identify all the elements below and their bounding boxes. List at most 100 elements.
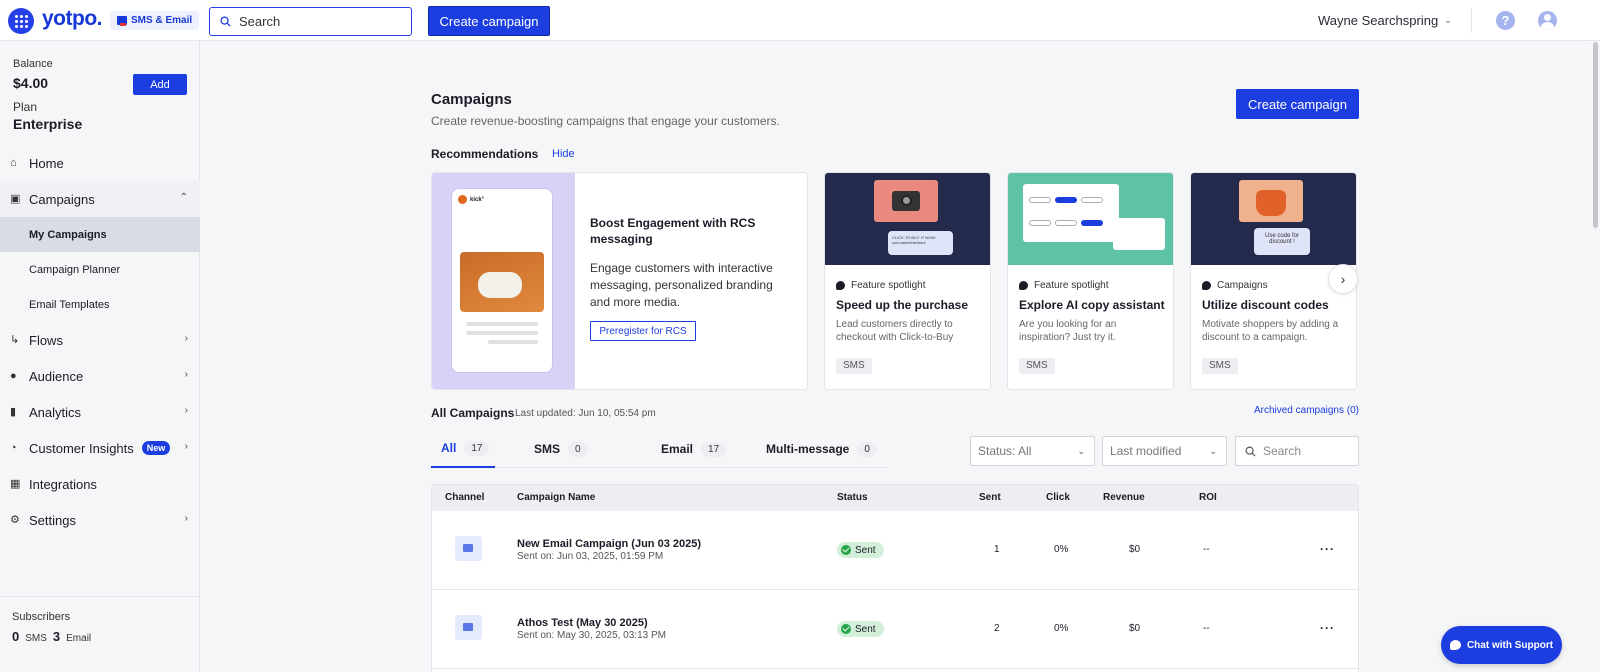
scrollbar-thumb[interactable] xyxy=(1593,42,1598,228)
tab-multi-message[interactable]: Multi-message 0 xyxy=(766,430,877,468)
tab-count: 17 xyxy=(464,440,490,456)
sent-count: 1 xyxy=(994,544,1000,555)
sidebar-item-campaigns[interactable]: ▣ Campaigns ⌃ xyxy=(0,181,200,217)
feature-card-speed-up[interactable]: CLICK TO BUY IT NOW: com.ame/checkout Fe… xyxy=(824,172,991,390)
feature-description: Lead customers directly to checkout with… xyxy=(836,319,954,343)
chat-icon xyxy=(1449,640,1461,650)
channel-tag: SMS xyxy=(1202,358,1238,374)
handbag-icon xyxy=(1239,180,1303,222)
check-circle-icon xyxy=(841,624,851,634)
hide-recommendations-link[interactable]: Hide xyxy=(552,148,575,160)
search-placeholder: Search xyxy=(1263,444,1302,458)
channel-tabs: All 17 SMS 0 Email 17 Multi-message 0 xyxy=(431,430,887,468)
more-options-icon[interactable]: ··· xyxy=(1320,621,1335,635)
sidebar-item-flows[interactable]: ↳ Flows › xyxy=(0,322,200,358)
page-scrollbar[interactable] xyxy=(1590,41,1600,672)
status-badge: Sent xyxy=(837,621,884,637)
help-icon[interactable]: ? xyxy=(1496,11,1515,30)
user-profile-icon[interactable] xyxy=(1538,11,1557,30)
chevron-down-icon: ⌄ xyxy=(1444,15,1452,25)
sidebar-item-email-templates[interactable]: Email Templates xyxy=(0,287,200,322)
feature-title: Utilize discount codes xyxy=(1202,298,1329,312)
campaign-search-input[interactable]: Search xyxy=(1235,436,1359,466)
search-placeholder: Search xyxy=(239,14,281,29)
tab-label: SMS xyxy=(534,442,561,456)
tab-sms[interactable]: SMS 0 xyxy=(534,430,588,468)
tab-all[interactable]: All 17 xyxy=(431,430,495,468)
sidebar-item-integrations[interactable]: ▦ Integrations xyxy=(0,466,200,502)
tab-label: Email xyxy=(661,442,694,456)
sidebar-item-label: Settings xyxy=(29,512,76,528)
search-icon xyxy=(1245,446,1256,457)
column-header[interactable]: Status xyxy=(837,492,868,503)
roi: -- xyxy=(1203,544,1210,555)
table-row[interactable]: New Email Campaign (Jun 03 2025) Sent on… xyxy=(432,511,1358,590)
revenue: $0 xyxy=(1129,623,1141,634)
sidebar-item-customer-insights[interactable]: ◔ Customer Insights New › xyxy=(0,430,200,466)
chevron-right-icon: › xyxy=(184,369,188,380)
add-balance-button[interactable]: Add xyxy=(133,74,187,95)
tab-email[interactable]: Email 17 xyxy=(661,430,727,468)
placeholder-line xyxy=(466,322,538,326)
search-icon xyxy=(220,16,231,27)
carousel-next-button[interactable]: › xyxy=(1328,264,1358,294)
sms-subscriber-count: 0 xyxy=(12,629,20,644)
sidebar-item-analytics[interactable]: ▮ Analytics › xyxy=(0,394,200,430)
feature-kind: Campaigns xyxy=(1202,280,1268,291)
feature-card-ai-copy[interactable]: Feature spotlight Explore AI copy assist… xyxy=(1007,172,1174,390)
column-header[interactable]: ROI xyxy=(1199,492,1217,503)
global-search-input[interactable]: Search xyxy=(209,7,412,36)
campaign-name[interactable]: Athos Test (May 30 2025) xyxy=(517,617,648,629)
campaigns-icon: ▣ xyxy=(10,193,21,205)
product-badge[interactable]: SMS & Email xyxy=(110,11,200,30)
chevron-right-icon: › xyxy=(184,513,188,524)
app-grid-icon[interactable] xyxy=(8,8,34,34)
ai-message-preview xyxy=(1113,218,1165,250)
column-header[interactable]: Campaign Name xyxy=(517,492,595,503)
tab-count: 0 xyxy=(568,441,588,457)
all-campaigns-title: All Campaigns xyxy=(431,406,515,420)
more-options-icon[interactable]: ··· xyxy=(1320,542,1335,556)
archived-campaigns-link[interactable]: Archived campaigns (0) xyxy=(1245,405,1359,416)
status-filter-select[interactable]: Status: All ⌄ xyxy=(970,436,1095,466)
column-header[interactable]: Channel xyxy=(445,492,484,503)
audience-icon: ● xyxy=(10,370,17,382)
feature-kind: Feature spotlight xyxy=(836,280,926,291)
column-header[interactable]: Click xyxy=(1046,492,1070,503)
feature-image: Use code for discount ! xyxy=(1191,173,1356,265)
sidebar-item-my-campaigns[interactable]: My Campaigns xyxy=(0,217,200,252)
sms-email-icon xyxy=(117,16,127,26)
sidebar-item-home[interactable]: ⌂ Home xyxy=(0,145,200,181)
chat-button-label: Chat with Support xyxy=(1466,639,1554,651)
yotpo-logo[interactable]: yotpo. xyxy=(42,7,103,31)
sidebar-item-campaign-planner[interactable]: Campaign Planner xyxy=(0,252,200,287)
sidebar-item-label: Integrations xyxy=(29,476,97,492)
sidebar: Balance $4.00 Add Plan Enterprise ⌂ Home… xyxy=(0,41,200,672)
last-updated: Last updated: Jun 10, 05:54 pm xyxy=(515,408,656,419)
subscribers-counts: 0 SMS 3 Email xyxy=(12,629,188,644)
sort-select[interactable]: Last modified ⌄ xyxy=(1102,436,1227,466)
feature-description: Motivate shoppers by adding a discount t… xyxy=(1202,319,1339,343)
column-header[interactable]: Sent xyxy=(979,492,1001,503)
channel-tag: SMS xyxy=(836,358,872,374)
create-campaign-button[interactable]: Create campaign xyxy=(1236,89,1359,119)
campaign-name[interactable]: New Email Campaign (Jun 03 2025) xyxy=(517,538,701,550)
divider xyxy=(1471,8,1472,33)
plan-label: Plan xyxy=(13,100,38,114)
page-subtitle: Create revenue-boosting campaigns that e… xyxy=(431,114,780,128)
chat-with-support-button[interactable]: Chat with Support xyxy=(1441,626,1562,664)
preregister-rcs-button[interactable]: Preregister for RCS xyxy=(590,321,696,341)
sidebar-item-audience[interactable]: ● Audience › xyxy=(0,358,200,394)
column-header[interactable]: Revenue xyxy=(1103,492,1145,503)
table-row[interactable]: Athos Test (May 30 2025) Sent on: May 30… xyxy=(432,590,1358,669)
feature-description: Are you looking for an inspiration? Just… xyxy=(1019,319,1117,343)
page-title: Campaigns xyxy=(431,91,512,108)
sidebar-item-settings[interactable]: ⚙ Settings › xyxy=(0,502,200,538)
rcs-card-title: Boost Engagement with RCS messaging xyxy=(590,216,756,246)
check-circle-icon xyxy=(841,545,851,555)
account-menu[interactable]: Wayne Searchspring ⌄ xyxy=(1318,13,1452,28)
rcs-recommendation-card: kick° Boost Engagement with RCS messagin… xyxy=(431,172,808,390)
home-icon: ⌂ xyxy=(10,157,17,169)
select-value: Status: All xyxy=(978,444,1032,458)
create-campaign-button[interactable]: Create campaign xyxy=(428,6,550,36)
